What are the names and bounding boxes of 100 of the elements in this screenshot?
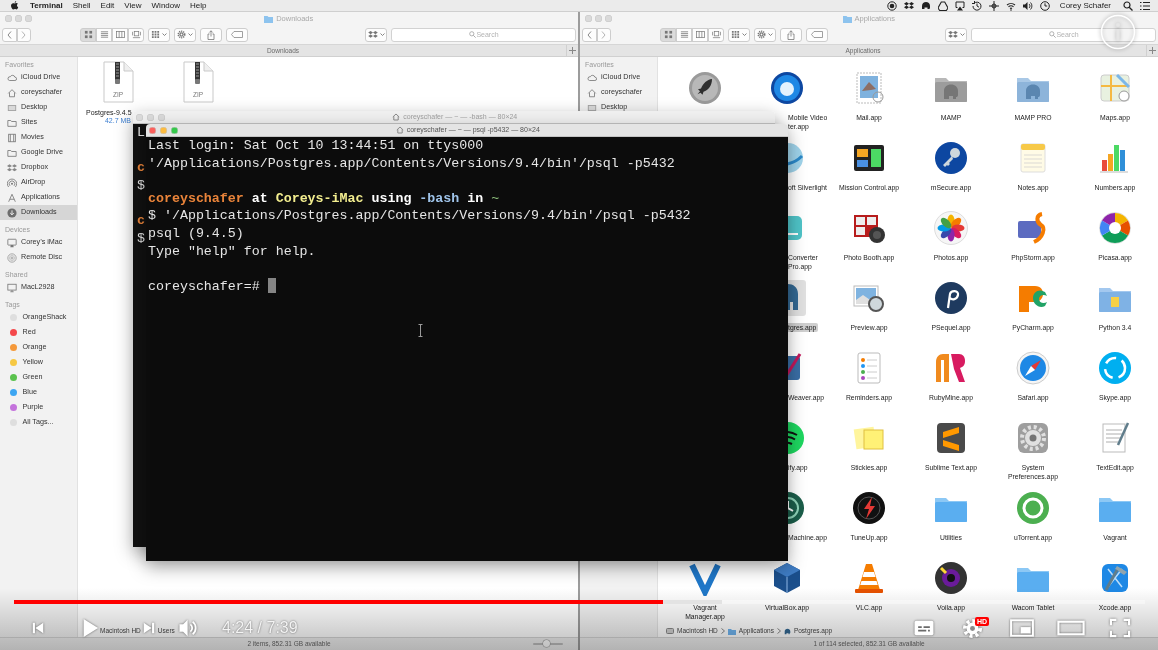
cloud-icon bbox=[7, 72, 17, 83]
clock-arrow-icon[interactable] bbox=[971, 0, 982, 11]
lightning-icon[interactable] bbox=[851, 490, 887, 526]
apple-icon[interactable] bbox=[10, 0, 19, 11]
menu-item[interactable]: Edit bbox=[100, 0, 115, 11]
sphere-icon[interactable] bbox=[769, 70, 805, 106]
partial-app-icon[interactable] bbox=[788, 420, 806, 456]
view-mode-button[interactable] bbox=[128, 27, 144, 42]
caret-icon bbox=[379, 32, 385, 37]
folder-icon bbox=[727, 627, 736, 635]
download-icon bbox=[7, 207, 17, 218]
chevron-left-icon bbox=[6, 30, 12, 39]
pinwheel-icon[interactable] bbox=[1097, 210, 1133, 246]
new-tab-button[interactable] bbox=[566, 45, 578, 56]
diamonds-icon bbox=[947, 30, 958, 39]
share-button[interactable] bbox=[200, 27, 222, 42]
arch-icon bbox=[783, 627, 791, 635]
diamonds-icon[interactable] bbox=[903, 0, 914, 11]
back-button[interactable] bbox=[582, 27, 597, 42]
list-icon[interactable] bbox=[1140, 0, 1150, 11]
view-mode-button[interactable] bbox=[112, 27, 128, 42]
view-mode-button[interactable] bbox=[96, 27, 112, 42]
share-button[interactable] bbox=[780, 27, 802, 42]
terminal-text: c bbox=[137, 160, 145, 176]
sync-menu-button[interactable] bbox=[365, 27, 387, 42]
terminal-line: '/Applications/Postgres.app/Contents/Versions/9.4/bin'/psql -p5432 bbox=[148, 155, 675, 171]
compass-icon[interactable] bbox=[1015, 350, 1051, 386]
view-mode-button[interactable] bbox=[692, 27, 708, 42]
signal-waves-icon bbox=[7, 177, 17, 188]
gallery-icon bbox=[131, 30, 141, 39]
prompt-shell: -bash bbox=[419, 190, 460, 206]
user-menu[interactable]: Corey Schafer bbox=[1059, 0, 1111, 11]
tag-button[interactable] bbox=[806, 27, 828, 42]
view-mode-button[interactable] bbox=[660, 27, 676, 42]
search-icon bbox=[468, 31, 476, 38]
view-mode-button[interactable] bbox=[708, 27, 724, 42]
menu-item[interactable]: Help bbox=[190, 0, 207, 11]
action-button[interactable] bbox=[174, 27, 196, 42]
terminal-line: Type "help" for help. bbox=[148, 243, 316, 259]
key-icon[interactable] bbox=[933, 140, 969, 176]
search-icon bbox=[1048, 31, 1056, 38]
menu-item[interactable]: View bbox=[124, 0, 142, 11]
sync-menu-button[interactable] bbox=[945, 27, 967, 42]
tag-button[interactable] bbox=[226, 27, 248, 42]
clock-icon[interactable] bbox=[1039, 0, 1050, 11]
terminal-text: L bbox=[137, 125, 145, 140]
progress-track[interactable] bbox=[14, 600, 1145, 604]
skip-forward-icon bbox=[142, 621, 156, 635]
ring-circle-icon[interactable] bbox=[1015, 490, 1051, 526]
back-button[interactable] bbox=[2, 27, 17, 42]
film-icon bbox=[7, 132, 17, 143]
crosshair-icon[interactable] bbox=[988, 0, 999, 11]
list-icon bbox=[99, 30, 109, 39]
tag-icon bbox=[231, 31, 243, 38]
arch-icon[interactable] bbox=[920, 0, 931, 11]
zip-file-icon[interactable] bbox=[181, 61, 215, 103]
slider-thumb[interactable] bbox=[543, 640, 550, 647]
skip-back-icon bbox=[31, 621, 45, 635]
caret-icon bbox=[959, 32, 965, 37]
arrange-button[interactable] bbox=[728, 27, 750, 42]
new-tab-button[interactable] bbox=[1146, 45, 1158, 56]
menu-item[interactable]: Shell bbox=[72, 0, 91, 11]
grid-icon bbox=[663, 30, 673, 39]
columns-icon bbox=[695, 30, 705, 39]
chevron-right-icon bbox=[776, 628, 781, 634]
triangle-icon[interactable] bbox=[937, 0, 948, 11]
menu-item[interactable]: Window bbox=[151, 0, 180, 11]
flower-icon[interactable] bbox=[933, 210, 969, 246]
wifi-icon[interactable] bbox=[1005, 0, 1016, 11]
screen-arrow-icon[interactable] bbox=[954, 0, 965, 11]
folder-icon bbox=[264, 14, 274, 23]
prompt-user: coreyschafer bbox=[148, 190, 244, 206]
terminal-prompt: coreyschafer=# bbox=[148, 278, 260, 294]
house-icon bbox=[7, 87, 17, 98]
grid-icon bbox=[83, 30, 93, 39]
speaker-icon[interactable] bbox=[1022, 0, 1033, 11]
zip-file-icon[interactable] bbox=[101, 61, 135, 103]
rocket-icon[interactable] bbox=[687, 70, 723, 106]
gear-icon[interactable] bbox=[1015, 420, 1051, 456]
fullscreen-icon bbox=[1109, 618, 1131, 638]
arrange-button[interactable] bbox=[148, 27, 170, 42]
gear-icon bbox=[757, 30, 766, 39]
swirl-circle-icon[interactable] bbox=[933, 280, 969, 316]
terminal-text: c bbox=[137, 212, 145, 228]
monitor-icon bbox=[7, 282, 17, 293]
dashed-ring-icon[interactable] bbox=[1097, 350, 1133, 386]
view-mode-button[interactable] bbox=[676, 27, 692, 42]
search-icon[interactable] bbox=[1123, 0, 1133, 11]
lens-icon[interactable] bbox=[933, 560, 969, 596]
terminal-line: Last login: Sat Oct 10 13:44:51 on ttys000 bbox=[148, 138, 484, 153]
app-menu[interactable]: Terminal bbox=[30, 0, 63, 11]
columns-icon bbox=[115, 30, 125, 39]
terminal-line: psql (9.4.5) bbox=[148, 225, 244, 241]
action-button[interactable] bbox=[754, 27, 776, 42]
chevron-right-icon bbox=[601, 30, 607, 39]
house-icon bbox=[587, 87, 597, 98]
record-icon[interactable] bbox=[886, 0, 897, 11]
view-mode-button[interactable] bbox=[80, 27, 96, 42]
prompt-word: in bbox=[467, 190, 484, 206]
diamonds-icon bbox=[367, 30, 378, 39]
